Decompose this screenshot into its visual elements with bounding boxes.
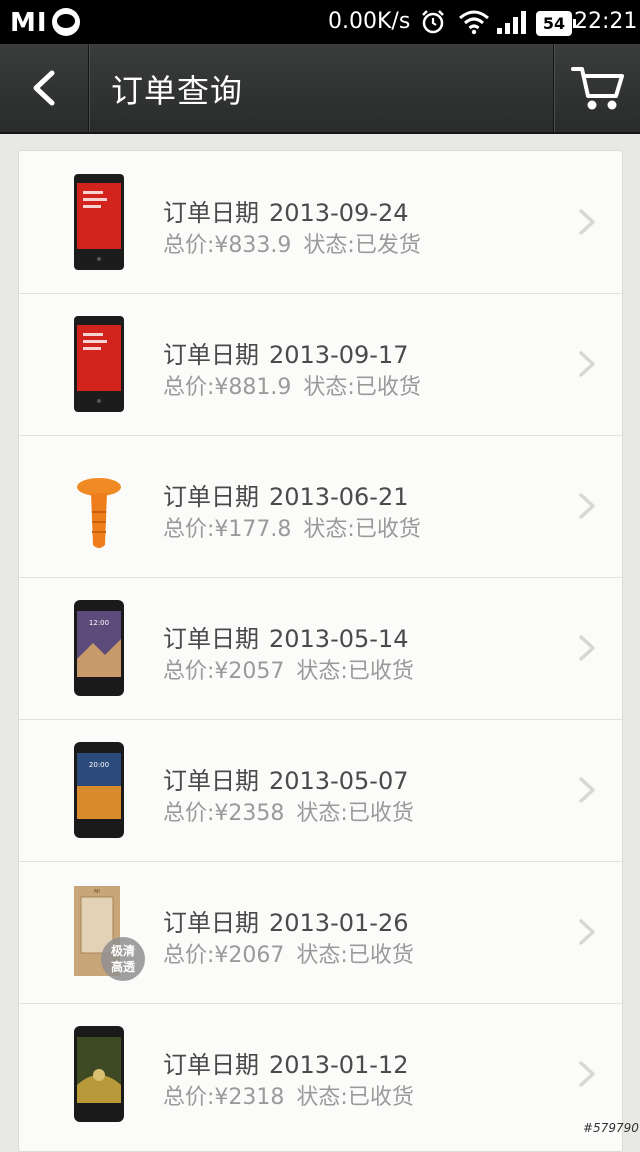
- order-status: 状态:已收货: [296, 659, 414, 684]
- order-price: 总价:¥2318: [163, 1085, 285, 1110]
- watermark: #579790: [583, 1121, 639, 1135]
- order-item[interactable]: 12:00 订单日期 2013-05-14 总价:¥2057 状态:已收货: [19, 577, 622, 720]
- order-date-value: 2013-05-14: [269, 625, 409, 653]
- chevron-right-icon: [579, 777, 595, 803]
- chevron-right-icon: [579, 919, 595, 945]
- order-price: 总价:¥177.8: [163, 517, 292, 542]
- svg-text:20:00: 20:00: [89, 761, 109, 769]
- thumb-label-2: 高透: [111, 959, 136, 974]
- page-title: 订单查询: [111, 72, 244, 110]
- thumb-label-1: 极清: [111, 943, 135, 958]
- order-date-row: 订单日期 2013-05-14: [163, 619, 408, 654]
- order-date-label: 订单日期: [163, 483, 259, 511]
- chevron-right-icon: [579, 493, 595, 519]
- order-price: 总价:¥833.9: [163, 233, 292, 258]
- order-date-label: 订单日期: [163, 1051, 259, 1079]
- status-bar: MI 0.00K/s 54 22:21: [0, 0, 640, 44]
- notification-icon: [52, 8, 80, 36]
- order-meta-row: 总价:¥881.9 状态:已收货: [163, 369, 421, 401]
- black-phone-thumbnail: 20:00: [74, 742, 124, 838]
- order-date-value: 2013-01-26: [269, 909, 409, 937]
- order-meta-row: 总价:¥2067 状态:已收货: [163, 937, 414, 969]
- order-item[interactable]: MI 极清 高透 订单日期 2013-01-26 总价:¥2067 状态:已收货: [19, 861, 622, 1004]
- black-phone-thumbnail: [74, 1026, 124, 1122]
- order-item[interactable]: 订单日期 2013-09-24 总价:¥833.9 状态:已发货: [19, 151, 622, 294]
- chevron-right-icon: [579, 351, 595, 377]
- carrier-logo: MI: [10, 8, 48, 38]
- order-status: 状态:已收货: [303, 517, 421, 542]
- signal-icon: [497, 11, 526, 34]
- red-phone-thumbnail: [74, 316, 124, 412]
- order-date-row: 订单日期 2013-01-26: [163, 903, 408, 938]
- battery-icon: 54: [536, 11, 576, 36]
- order-date-value: 2013-01-12: [269, 1051, 409, 1079]
- orange-plug-thumbnail: [77, 478, 121, 548]
- screen-protector-thumbnail: MI 极清 高透: [74, 886, 145, 981]
- order-price: 总价:¥2067: [163, 943, 285, 968]
- chevron-left-icon: [33, 70, 55, 106]
- order-date-label: 订单日期: [163, 909, 259, 937]
- order-date-row: 订单日期 2013-05-07: [163, 761, 408, 796]
- order-status: 状态:已发货: [303, 233, 421, 258]
- black-phone-thumbnail: 12:00: [74, 600, 124, 696]
- order-item[interactable]: 订单日期 2013-06-21 总价:¥177.8 状态:已收货: [19, 435, 622, 578]
- order-date-value: 2013-09-17: [269, 341, 409, 369]
- order-item[interactable]: 订单日期 2013-01-12 总价:¥2318 状态:已收货: [19, 1003, 622, 1145]
- order-status: 状态:已收货: [296, 801, 414, 826]
- order-date-value: 2013-06-21: [269, 483, 409, 511]
- red-phone-thumbnail: [74, 174, 124, 270]
- order-item[interactable]: 订单日期 2013-09-17 总价:¥881.9 状态:已收货: [19, 293, 622, 436]
- order-date-value: 2013-09-24: [269, 199, 409, 227]
- order-date-row: 订单日期 2013-09-24: [163, 193, 408, 228]
- order-date-row: 订单日期 2013-06-21: [163, 477, 408, 512]
- chevron-right-icon: [579, 1061, 595, 1087]
- order-item[interactable]: 20:00 订单日期 2013-05-07 总价:¥2358 状态:已收货: [19, 719, 622, 862]
- order-price: 总价:¥2057: [163, 659, 285, 684]
- wifi-icon: [459, 10, 489, 35]
- order-date-label: 订单日期: [163, 199, 259, 227]
- order-price: 总价:¥2358: [163, 801, 285, 826]
- order-meta-row: 总价:¥177.8 状态:已收货: [163, 511, 421, 543]
- order-date-label: 订单日期: [163, 341, 259, 369]
- net-speed: 0.00K/s: [328, 9, 411, 34]
- chevron-right-icon: [579, 635, 595, 661]
- order-meta-row: 总价:¥833.9 状态:已发货: [163, 227, 421, 259]
- clock: 22:21: [574, 9, 638, 34]
- action-bar: 订单查询: [0, 44, 640, 134]
- order-date-value: 2013-05-07: [269, 767, 409, 795]
- order-meta-row: 总价:¥2057 状态:已收货: [163, 653, 414, 685]
- alarm-icon: [422, 10, 444, 34]
- order-date-label: 订单日期: [163, 767, 259, 795]
- order-status: 状态:已收货: [296, 1085, 414, 1110]
- order-date-label: 订单日期: [163, 625, 259, 653]
- order-price: 总价:¥881.9: [163, 375, 292, 400]
- back-button[interactable]: [0, 44, 89, 132]
- order-meta-row: 总价:¥2318 状态:已收货: [163, 1079, 414, 1111]
- svg-text:12:00: 12:00: [89, 619, 109, 627]
- order-list: 订单日期 2013-09-24 总价:¥833.9 状态:已发货 订单日期 2013-…: [18, 150, 623, 1152]
- order-meta-row: 总价:¥2358 状态:已收货: [163, 795, 414, 827]
- order-status: 状态:已收货: [296, 943, 414, 968]
- chevron-right-icon: [579, 209, 595, 235]
- cart-icon: [571, 67, 624, 110]
- order-status: 状态:已收货: [303, 375, 421, 400]
- svg-text:MI: MI: [94, 889, 100, 895]
- cart-button[interactable]: [553, 44, 640, 132]
- order-date-row: 订单日期 2013-01-12: [163, 1045, 408, 1080]
- order-date-row: 订单日期 2013-09-17: [163, 335, 408, 370]
